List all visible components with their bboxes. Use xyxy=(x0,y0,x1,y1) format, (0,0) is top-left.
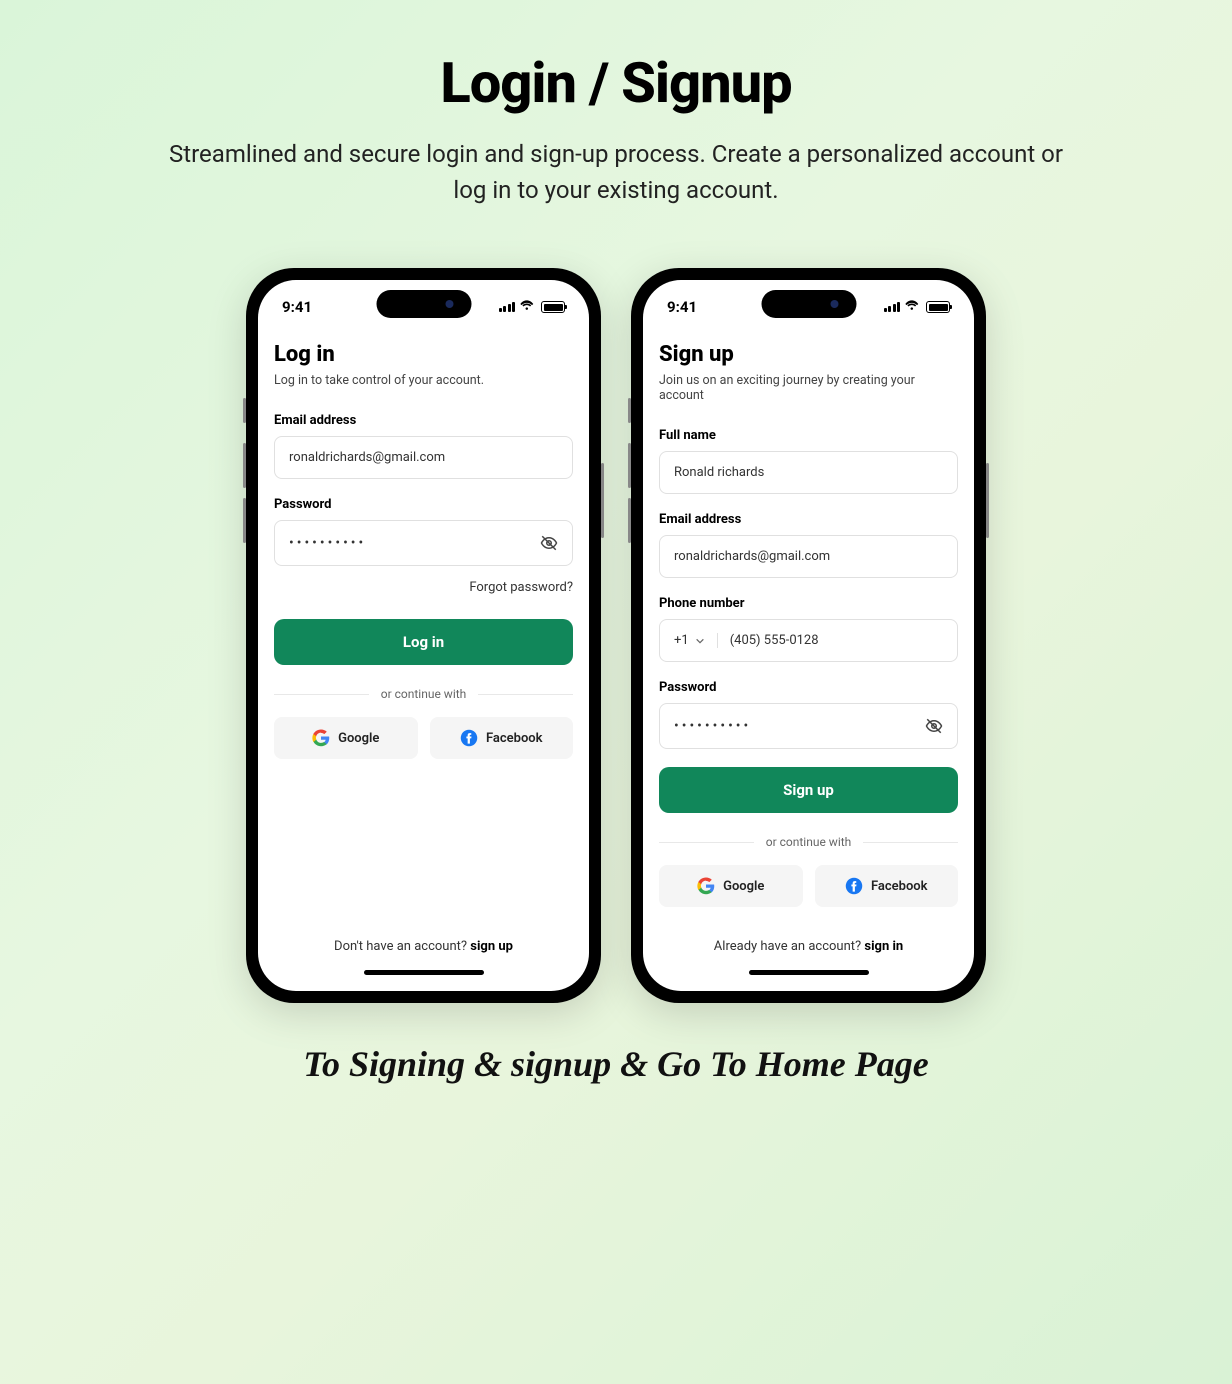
signup-divider: or continue with xyxy=(659,835,958,849)
signup-phone-input[interactable]: +1 (405) 555-0128 xyxy=(659,619,958,662)
signup-password-label: Password xyxy=(659,680,958,695)
footer-text: To Signing & signup & Go To Home Page xyxy=(30,1043,1202,1085)
login-email-value: ronaldrichards@gmail.com xyxy=(289,450,445,465)
signup-email-label: Email address xyxy=(659,512,958,527)
signup-signin-prompt: Already have an account? sign in xyxy=(659,939,958,962)
signal-icon xyxy=(499,302,516,312)
login-divider-text: or continue with xyxy=(369,687,479,701)
signup-google-button[interactable]: Google xyxy=(659,865,803,907)
battery-icon xyxy=(926,301,950,313)
signup-facebook-label: Facebook xyxy=(871,879,928,894)
status-time: 9:41 xyxy=(667,298,697,316)
login-facebook-button[interactable]: Facebook xyxy=(430,717,574,759)
login-button[interactable]: Log in xyxy=(274,619,573,665)
status-time: 9:41 xyxy=(282,298,312,316)
signup-phone: 9:41 Sign up Join us on a xyxy=(631,268,986,1003)
wifi-icon xyxy=(520,298,536,316)
signup-phone-label: Phone number xyxy=(659,596,958,611)
google-icon xyxy=(697,877,715,895)
country-code-value: +1 xyxy=(674,633,689,648)
signup-name-label: Full name xyxy=(659,428,958,443)
facebook-icon xyxy=(460,729,478,747)
dynamic-island xyxy=(761,290,856,318)
signin-link[interactable]: sign in xyxy=(864,939,903,954)
facebook-icon xyxy=(845,877,863,895)
forgot-password-link[interactable]: Forgot password? xyxy=(274,580,573,595)
login-facebook-label: Facebook xyxy=(486,731,543,746)
login-subtitle: Log in to take control of your account. xyxy=(274,373,573,388)
login-password-input[interactable]: •••••••••• xyxy=(274,520,573,566)
eye-off-icon[interactable] xyxy=(925,717,943,735)
signup-name-value: Ronald richards xyxy=(674,465,764,480)
signup-password-value: •••••••••• xyxy=(674,718,751,734)
page-subtitle: Streamlined and secure login and sign-up… xyxy=(166,136,1066,208)
login-email-input[interactable]: ronaldrichards@gmail.com xyxy=(274,436,573,479)
signup-divider-text: or continue with xyxy=(754,835,864,849)
signup-name-input[interactable]: Ronald richards xyxy=(659,451,958,494)
google-icon xyxy=(312,729,330,747)
login-title: Log in xyxy=(274,342,573,367)
signup-google-label: Google xyxy=(723,879,764,894)
dynamic-island xyxy=(376,290,471,318)
signup-email-input[interactable]: ronaldrichards@gmail.com xyxy=(659,535,958,578)
page-title: Login / Signup xyxy=(30,50,1202,116)
country-code-selector[interactable]: +1 xyxy=(674,633,718,648)
login-password-label: Password xyxy=(274,497,573,512)
wifi-icon xyxy=(905,298,921,316)
login-signup-prompt: Don't have an account? sign up xyxy=(274,939,573,962)
signup-password-input[interactable]: •••••••••• xyxy=(659,703,958,749)
login-google-label: Google xyxy=(338,731,379,746)
signup-title: Sign up xyxy=(659,342,958,367)
eye-off-icon[interactable] xyxy=(540,534,558,552)
phones-container: 9:41 Log in Log in to tak xyxy=(30,268,1202,1003)
login-divider: or continue with xyxy=(274,687,573,701)
signup-phone-value: (405) 555-0128 xyxy=(730,633,819,648)
signal-icon xyxy=(884,302,901,312)
signup-button[interactable]: Sign up xyxy=(659,767,958,813)
login-google-button[interactable]: Google xyxy=(274,717,418,759)
home-indicator[interactable] xyxy=(364,970,484,975)
signup-facebook-button[interactable]: Facebook xyxy=(815,865,959,907)
login-password-value: •••••••••• xyxy=(289,535,366,551)
battery-icon xyxy=(541,301,565,313)
chevron-down-icon xyxy=(695,636,705,646)
signup-subtitle: Join us on an exciting journey by creati… xyxy=(659,373,958,403)
home-indicator[interactable] xyxy=(749,970,869,975)
login-phone: 9:41 Log in Log in to tak xyxy=(246,268,601,1003)
signup-email-value: ronaldrichards@gmail.com xyxy=(674,549,830,564)
signup-link[interactable]: sign up xyxy=(470,939,513,954)
login-email-label: Email address xyxy=(274,413,573,428)
